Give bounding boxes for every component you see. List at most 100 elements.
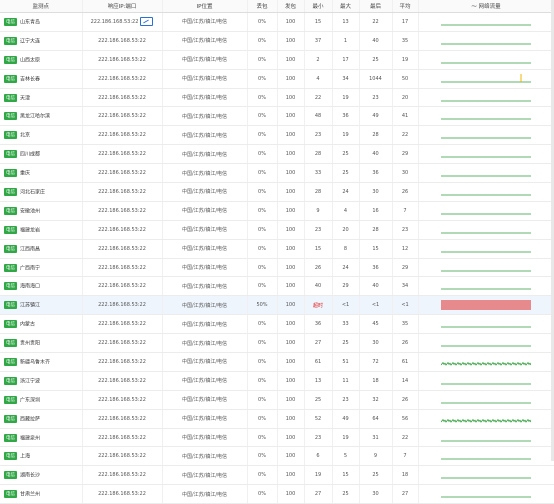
cell-location: 中国/江苏/镇江/电信 xyxy=(162,333,248,354)
ip-port: 222.186.168.53:22 xyxy=(98,472,146,479)
isp-badge: 电信 xyxy=(4,282,17,291)
table-row: 电信 广东深圳 222.186.168.53:22 中国/江苏/镇江/电信 0% 100 2… xyxy=(0,390,554,410)
header-sent[interactable]: 发包 xyxy=(277,0,305,13)
cell-min: 40 xyxy=(304,276,333,297)
table-row: 电信 福建龙岩 222.186.168.53:22 中国/江苏/镇江/电信 0% 100 2… xyxy=(0,220,554,240)
cell-node: 电信 内蒙古 xyxy=(0,314,83,335)
cell-min: 15 xyxy=(304,12,333,32)
ip-port: 222.186.168.53:22 xyxy=(98,283,146,290)
table-row: 电信 重庆 222.186.168.53:22 中国/江苏/镇江/电信 0% 100 33 2… xyxy=(0,163,554,184)
cell-avg: 61 xyxy=(392,352,419,372)
cell-node: 电信 四川成都 xyxy=(0,144,83,165)
cell-loss: 0% xyxy=(247,163,278,184)
isp-badge: 电信 xyxy=(4,414,17,423)
node-name: 北京 xyxy=(20,132,31,139)
cell-node: 电信 甘肃兰州 xyxy=(0,484,83,504)
cell-loss: 0% xyxy=(247,50,278,70)
cell-sent: 100 xyxy=(277,163,305,184)
cell-ip: 222.186.168.53:22 xyxy=(82,125,163,146)
cell-avg: 26 xyxy=(392,333,419,354)
edit-icon[interactable] xyxy=(140,17,154,27)
cell-location: 中国/江苏/镇江/电信 xyxy=(162,31,248,51)
cell-location: 中国/江苏/镇江/电信 xyxy=(162,352,248,372)
cell-node: 电信 辽宁大连 xyxy=(0,31,83,51)
cell-last: 30 xyxy=(359,182,393,202)
header-last[interactable]: 最后 xyxy=(359,0,393,13)
flow-sparkline xyxy=(441,345,531,347)
cell-sent: 100 xyxy=(277,352,305,372)
cell-avg: 27 xyxy=(392,484,419,504)
cell-loss: 0% xyxy=(247,409,278,429)
flow-sparkline xyxy=(441,100,531,101)
node-name: 海南海口 xyxy=(20,283,41,290)
cell-max: 25 xyxy=(332,144,360,165)
cell-min: 27 xyxy=(304,333,333,354)
cell-sent: 100 xyxy=(277,446,305,467)
cell-min: 6 xyxy=(304,446,333,467)
cell-loss: 0% xyxy=(247,371,278,391)
header-max[interactable]: 最大 xyxy=(332,0,360,13)
cell-ip: 222.186.168.53:22 xyxy=(82,276,163,297)
cell-ip: 222.186.168.53:22 xyxy=(82,333,163,354)
cell-ip: 222.186.168.53:22 xyxy=(82,390,163,410)
isp-badge: 电信 xyxy=(4,150,17,159)
node-name: 天津 xyxy=(20,95,31,101)
cell-min: 61 xyxy=(304,352,333,372)
cell-location: 中国/江苏/镇江/电信 xyxy=(162,484,248,504)
table-row: 电信 北京 222.186.168.53:22 中国/江苏/镇江/电信 0% 100 23 1… xyxy=(0,125,554,146)
cell-node: 电信 上海 xyxy=(0,446,83,467)
cell-location: 中国/江苏/镇江/电信 xyxy=(162,88,248,108)
cell-max: <1 xyxy=(332,295,360,316)
cell-loss: 0% xyxy=(247,239,278,259)
flow-sparkline xyxy=(441,477,531,479)
header-avg[interactable]: 平均 xyxy=(392,0,419,13)
node-name: 湖南长沙 xyxy=(20,472,41,479)
cell-flow xyxy=(418,333,554,354)
cell-location: 中国/江苏/镇江/电信 xyxy=(162,239,248,259)
cell-sent: 100 xyxy=(277,484,305,504)
header-loss[interactable]: 丢包 xyxy=(247,0,278,13)
ip-port: 222.186.168.53:22 xyxy=(98,491,146,498)
cell-max: 20 xyxy=(332,220,360,240)
table-row: 电信 辽宁大连 222.186.168.53:22 中国/江苏/镇江/电信 0% 100 3… xyxy=(0,31,554,51)
isp-badge: 电信 xyxy=(4,244,17,253)
cell-loss: 0% xyxy=(247,333,278,354)
cell-flow xyxy=(418,201,554,221)
table-row: 电信 河北石家庄 222.186.168.53:22 中国/江苏/镇江/电信 0% 100… xyxy=(0,182,554,202)
cell-location: 中国/江苏/镇江/电信 xyxy=(162,295,248,316)
header-min[interactable]: 最小 xyxy=(304,0,333,13)
cell-avg: 26 xyxy=(392,390,419,410)
node-name: 甘肃兰州 xyxy=(20,491,41,498)
isp-badge: 电信 xyxy=(4,36,17,45)
table-row: 电信 山西太原 222.186.168.53:22 中国/江苏/镇江/电信 0% 100 2… xyxy=(0,50,554,70)
node-name: 黑龙江哈尔滨 xyxy=(20,113,51,120)
node-name: 福建龙岩 xyxy=(20,227,41,234)
cell-ip: 222.186.168.53:22 xyxy=(82,182,163,202)
flow-sparkline xyxy=(441,213,531,215)
isp-badge: 电信 xyxy=(4,433,17,442)
header-node[interactable]: 监测点 xyxy=(0,0,83,13)
node-name: 重庆 xyxy=(20,170,31,177)
cell-last: 15 xyxy=(359,239,393,259)
node-name: 西藏拉萨 xyxy=(20,416,41,423)
cell-max: 19 xyxy=(332,88,360,108)
cell-min: 9 xyxy=(304,201,333,221)
table-row: 电信 西藏拉萨 222.186.168.53:22 中国/江苏/镇江/电信 0% 100 5… xyxy=(0,409,554,429)
flow-sparkline xyxy=(441,232,531,234)
cell-last: <1 xyxy=(359,295,393,316)
header-location[interactable]: IP位置 xyxy=(162,0,248,13)
cell-sent: 100 xyxy=(277,465,305,486)
cell-ip: 222.186.168.53:22 xyxy=(82,428,163,448)
cell-sent: 100 xyxy=(277,371,305,391)
flow-sparkline xyxy=(441,118,531,120)
cell-max: 33 xyxy=(332,314,360,335)
flow-sparkline xyxy=(441,24,531,26)
cell-last: 36 xyxy=(359,163,393,184)
cell-max: 25 xyxy=(332,163,360,184)
header-flow[interactable]: ⁓ 网络流量 xyxy=(418,0,554,13)
results-table: 监测点 响应IP:端口 IP位置 丢包 发包 最小 最大 最后 平均 ⁓ 网络流… xyxy=(0,0,554,504)
cell-flow xyxy=(418,88,554,108)
header-ip[interactable]: 响应IP:端口 xyxy=(82,0,163,13)
cell-loss: 0% xyxy=(247,352,278,372)
cell-avg: 14 xyxy=(392,371,419,391)
